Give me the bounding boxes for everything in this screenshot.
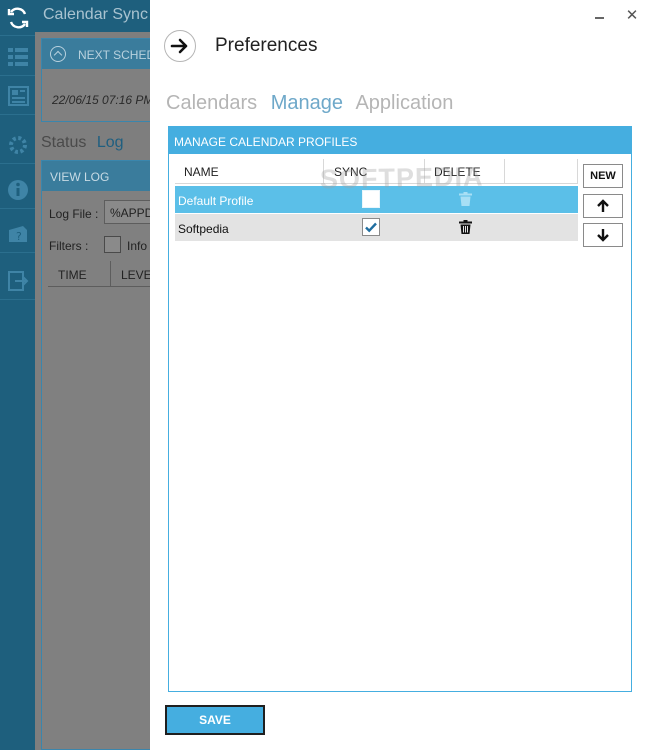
sync-checkbox[interactable] (362, 218, 380, 236)
save-button[interactable]: SAVE (165, 705, 265, 735)
column-delete[interactable]: DELETE (425, 159, 505, 184)
log-column-time[interactable]: TIME (58, 268, 87, 282)
info-filter-label: Info (127, 239, 148, 253)
app-title: Calendar Sync + (43, 6, 162, 23)
sync-icon[interactable] (0, 0, 35, 36)
trash-icon[interactable] (459, 192, 472, 206)
next-scheduled-value: 22/06/15 07:16 PM (52, 93, 154, 107)
arrow-right-icon (170, 38, 188, 54)
newspaper-icon[interactable] (0, 77, 35, 115)
dialog-title: Preferences (215, 35, 318, 56)
preferences-tabs: Calendars Manage Application (166, 92, 461, 115)
collapse-icon[interactable] (50, 46, 66, 62)
close-button[interactable]: ✕ (623, 6, 641, 24)
arrow-down-icon (597, 229, 609, 242)
profiles-table: NAME SYNC DELETE Default Profile Softped… (175, 159, 578, 241)
help-icon[interactable]: ? (0, 215, 35, 253)
sync-checkbox[interactable] (362, 190, 380, 208)
filters-label: Filters : (49, 239, 89, 253)
trash-icon[interactable] (459, 220, 472, 234)
settings-icon[interactable] (0, 126, 35, 164)
info-filter-checkbox[interactable] (104, 236, 121, 253)
checkmark-icon (365, 222, 377, 233)
column-sync[interactable]: SYNC (324, 159, 425, 184)
profile-name: Softpedia (178, 222, 229, 236)
view-log-label: VIEW LOG (50, 170, 110, 184)
move-up-button[interactable] (583, 194, 623, 218)
table-row[interactable]: Softpedia (175, 214, 578, 241)
preferences-dialog: ✕ Preferences Calendars Manage Applicati… (150, 0, 650, 750)
move-down-button[interactable] (583, 223, 623, 247)
tab-calendars[interactable]: Calendars (166, 92, 257, 114)
new-profile-button[interactable]: NEW (583, 164, 623, 188)
minimize-button[interactable] (590, 6, 608, 24)
tab-manage[interactable]: Manage (271, 92, 343, 114)
back-button[interactable] (164, 30, 196, 62)
svg-text:?: ? (16, 230, 22, 243)
tab-status[interactable]: Status (41, 134, 86, 151)
column-filler (505, 159, 578, 184)
info-icon[interactable] (0, 171, 35, 209)
log-file-label: Log File : (49, 207, 99, 221)
tab-log[interactable]: Log (97, 134, 124, 151)
app-tabs: Status Log (41, 134, 124, 152)
app-sidebar: ? (0, 0, 35, 750)
tab-application[interactable]: Application (355, 92, 453, 114)
panel-title: MANAGE CALENDAR PROFILES (174, 135, 358, 149)
table-header: NAME SYNC DELETE (175, 159, 578, 184)
exit-icon[interactable] (0, 262, 35, 300)
table-row[interactable]: Default Profile (175, 186, 578, 213)
profile-name: Default Profile (178, 194, 254, 208)
manage-profiles-panel: MANAGE CALENDAR PROFILES NAME SYNC DELET… (168, 126, 632, 692)
list-icon[interactable] (0, 38, 35, 76)
arrow-up-icon (597, 199, 609, 212)
column-name[interactable]: NAME (175, 159, 324, 184)
manage-profiles-header: MANAGE CALENDAR PROFILES (169, 127, 631, 154)
